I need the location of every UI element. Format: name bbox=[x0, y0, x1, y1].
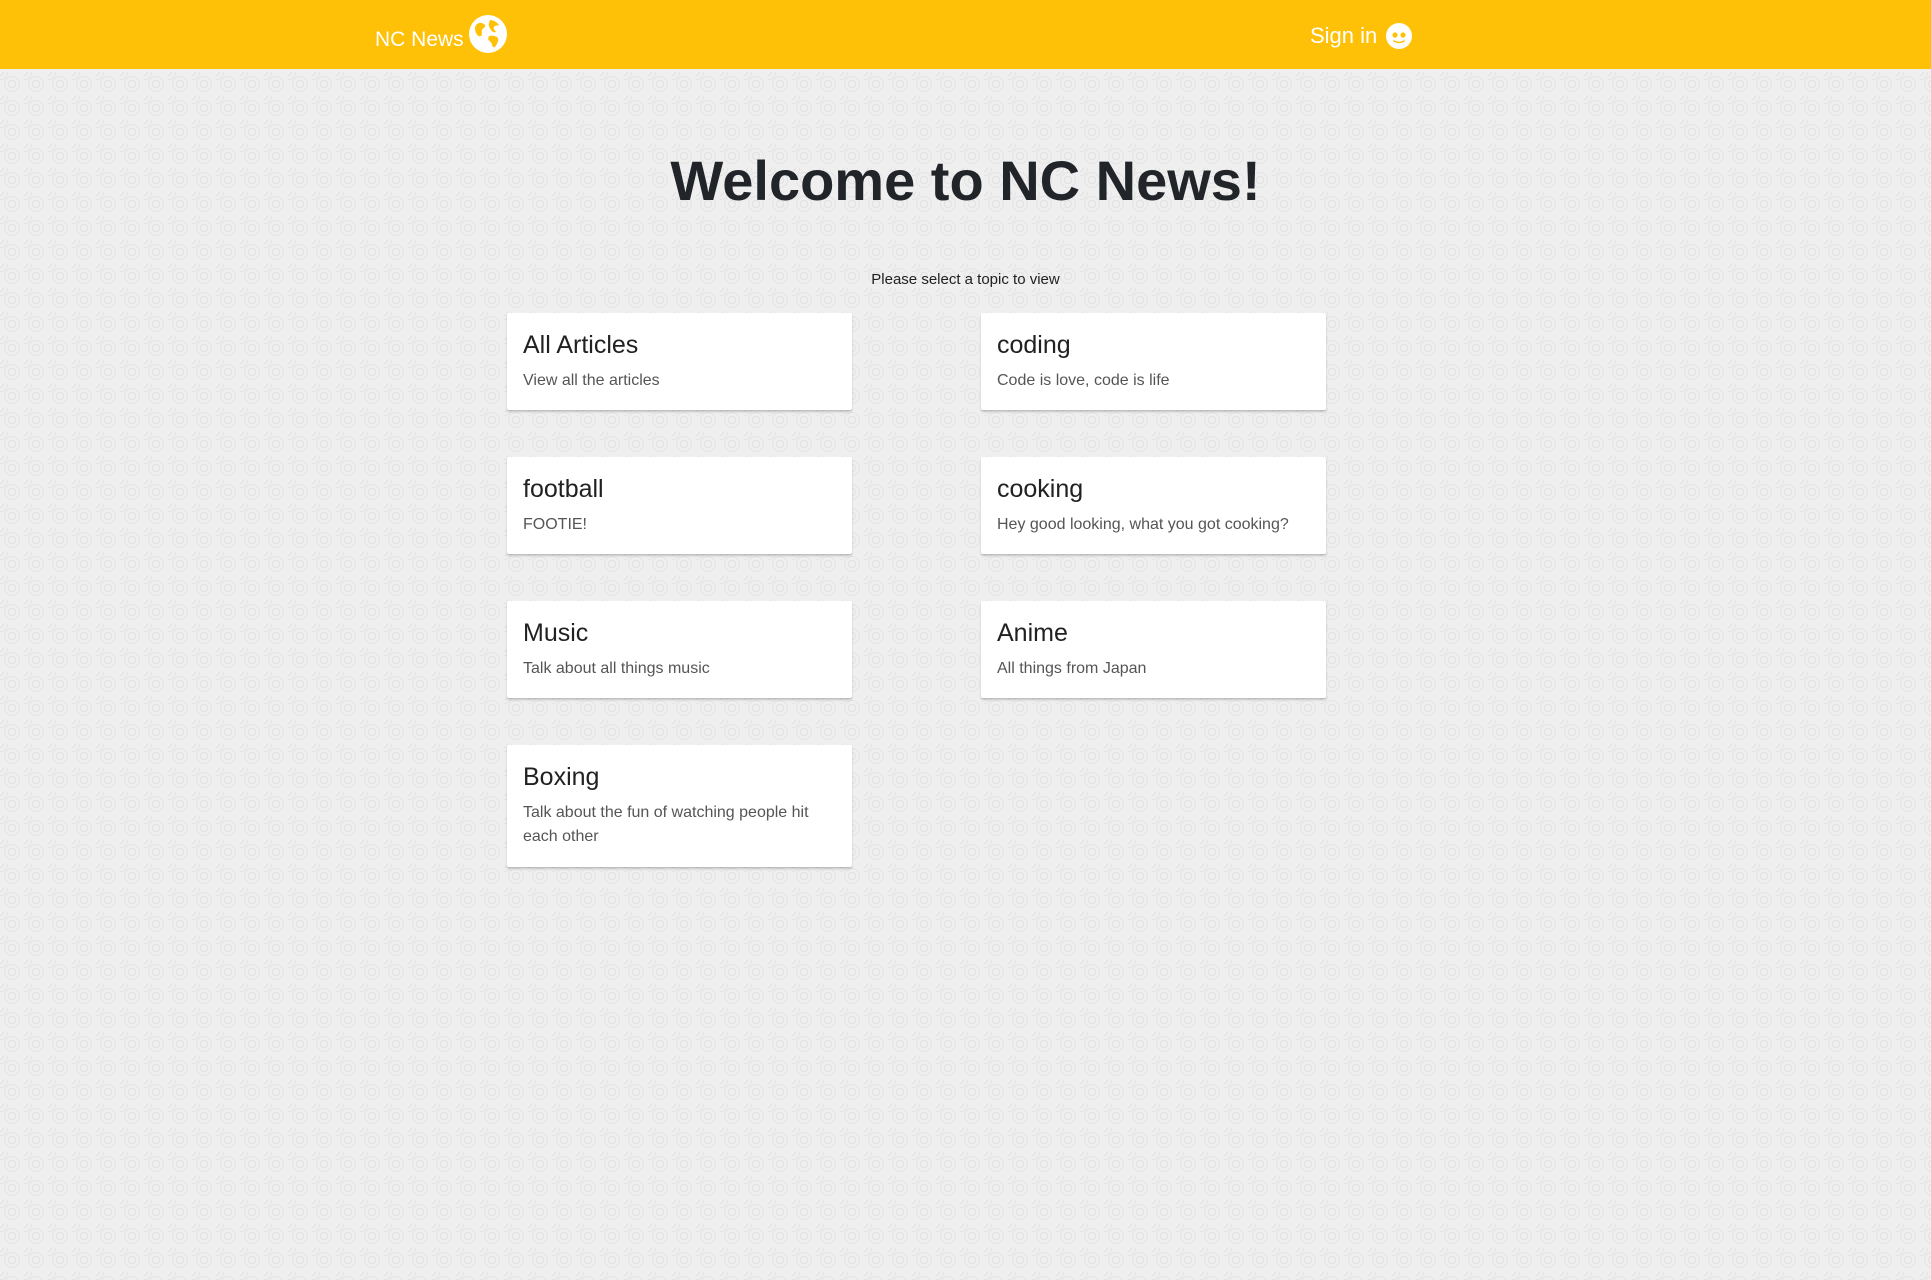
topic-title: All Articles bbox=[523, 331, 639, 359]
topic-card-coding[interactable]: coding Code is love, code is life bbox=[981, 313, 1326, 410]
topic-description: View all the articles bbox=[523, 372, 660, 389]
topic-title: Music bbox=[523, 619, 589, 647]
topic-title: cooking bbox=[997, 475, 1084, 503]
topic-description: All things from Japan bbox=[997, 660, 1147, 677]
topic-card-music[interactable]: Music Talk about all things music bbox=[507, 601, 852, 698]
topic-description: Talk about all things music bbox=[523, 660, 710, 677]
topic-description: FOOTIE! bbox=[523, 516, 587, 533]
topic-description: Talk about the fun of watching people hi… bbox=[523, 804, 809, 845]
sign-in-label: Sign in bbox=[1310, 23, 1378, 48]
topic-card-all-articles[interactable]: All Articles View all the articles bbox=[507, 313, 852, 410]
sign-in-link[interactable]: Sign in bbox=[1310, 18, 1413, 54]
topic-description: Code is love, code is life bbox=[997, 372, 1170, 389]
topic-description: Hey good looking, what you got cooking? bbox=[997, 516, 1289, 533]
globe-icon bbox=[468, 14, 508, 54]
page-title: Welcome to NC News! bbox=[670, 149, 1261, 212]
topic-title: Boxing bbox=[523, 763, 600, 791]
topic-title: coding bbox=[997, 331, 1071, 359]
topic-card-cooking[interactable]: cooking Hey good looking, what you got c… bbox=[981, 457, 1326, 554]
topic-card-football[interactable]: football FOOTIE! bbox=[507, 457, 852, 554]
top-nav-bar: NC News Sign in bbox=[0, 0, 1931, 69]
topic-title: Anime bbox=[997, 619, 1068, 647]
brand-home-link[interactable]: NC News bbox=[375, 14, 508, 54]
topic-card-boxing[interactable]: Boxing Talk about the fun of watching pe… bbox=[507, 745, 852, 867]
smiley-face-icon bbox=[1385, 22, 1413, 50]
topic-title: football bbox=[523, 475, 604, 503]
page-subtitle: Please select a topic to view bbox=[871, 271, 1060, 288]
brand-label: NC News bbox=[375, 28, 464, 51]
topic-card-anime[interactable]: Anime All things from Japan bbox=[981, 601, 1326, 698]
